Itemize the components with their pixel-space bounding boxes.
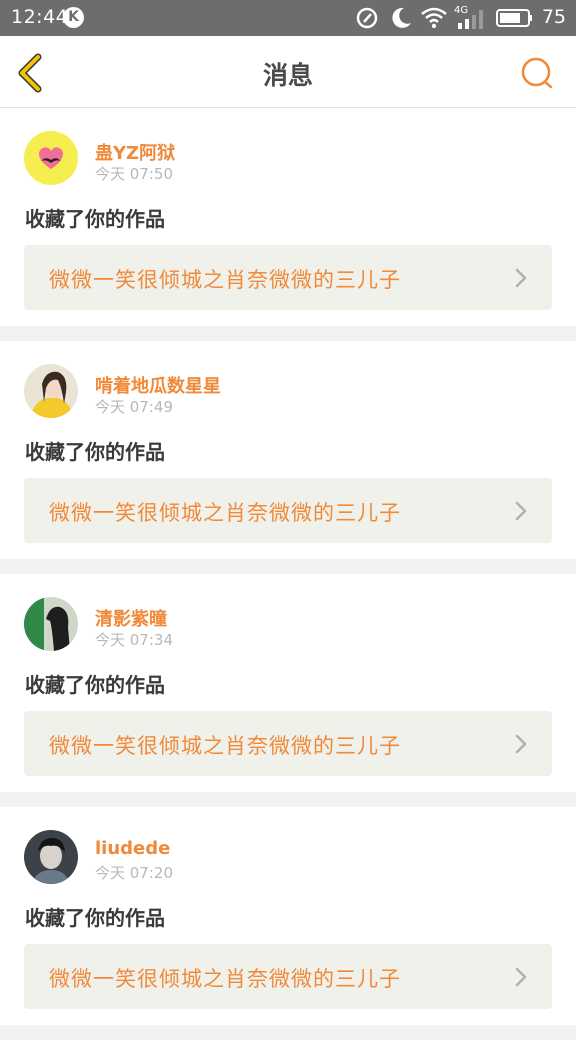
message-list: 蛊YZ阿狱 今天 07:50 收藏了你的作品 微微一笑很倾城之肖奈微微的三儿子 … — [0, 108, 576, 1040]
message-action: 收藏了你的作品 — [25, 440, 165, 464]
chevron-right-icon — [515, 268, 527, 288]
work-title: 微微一笑很倾城之肖奈微微的三儿子 — [49, 501, 401, 525]
message-card: liudede 今天 07:20 收藏了你的作品 微微一笑很倾城之肖奈微微的三儿… — [0, 807, 576, 1025]
message-time: 今天 07:49 — [95, 398, 173, 416]
k-app-icon: K — [63, 7, 84, 28]
girl-yellow-avatar[interactable] — [24, 364, 78, 418]
chevron-right-icon — [515, 967, 527, 987]
chevron-right-icon — [515, 734, 527, 754]
message-action: 收藏了你的作品 — [25, 673, 165, 697]
message-time: 今天 07:50 — [95, 165, 173, 183]
status-icons: 4G 75 — [356, 5, 566, 31]
search-icon[interactable] — [520, 56, 554, 90]
work-title: 微微一笑很倾城之肖奈微微的三儿子 — [49, 734, 401, 758]
boy-dark-avatar[interactable] — [24, 830, 78, 884]
wifi-icon — [421, 7, 447, 29]
work-link[interactable]: 微微一笑很倾城之肖奈微微的三儿子 — [24, 478, 552, 543]
status-bar: 12:44 K 4G 75 — [0, 0, 576, 36]
heart-mustache-avatar[interactable] — [24, 131, 78, 185]
message-action: 收藏了你的作品 — [25, 906, 165, 930]
do-not-disturb-icon — [392, 7, 411, 28]
work-link[interactable]: 微微一笑很倾城之肖奈微微的三儿子 — [24, 711, 552, 776]
username[interactable]: 啃着地瓜数星星 — [95, 372, 221, 398]
message-time: 今天 07:20 — [95, 864, 173, 882]
message-time: 今天 07:34 — [95, 631, 173, 649]
message-card: 清影紫曈 今天 07:34 收藏了你的作品 微微一笑很倾城之肖奈微微的三儿子 — [0, 574, 576, 792]
work-link[interactable]: 微微一笑很倾城之肖奈微微的三儿子 — [24, 944, 552, 1009]
page-title: 消息 — [262, 61, 313, 90]
header-bar: 消息 — [0, 36, 576, 108]
work-title: 微微一笑很倾城之肖奈微微的三儿子 — [49, 967, 401, 991]
battery-icon — [496, 9, 532, 27]
girl-green-avatar[interactable] — [24, 597, 78, 651]
username[interactable]: 蛊YZ阿狱 — [95, 139, 175, 165]
message-card: 啃着地瓜数星星 今天 07:49 收藏了你的作品 微微一笑很倾城之肖奈微微的三儿… — [0, 341, 576, 559]
chevron-right-icon — [515, 501, 527, 521]
username[interactable]: 清影紫曈 — [95, 605, 167, 631]
message-card: 蛊YZ阿狱 今天 07:50 收藏了你的作品 微微一笑很倾城之肖奈微微的三儿子 — [0, 108, 576, 326]
message-action: 收藏了你的作品 — [25, 207, 165, 231]
work-title: 微微一笑很倾城之肖奈微微的三儿子 — [49, 268, 401, 292]
status-time: 12:44 — [11, 6, 69, 28]
nfc-icon — [356, 7, 378, 29]
username[interactable]: liudede — [95, 838, 170, 859]
work-link[interactable]: 微微一笑很倾城之肖奈微微的三儿子 — [24, 245, 552, 310]
battery-level: 75 — [541, 6, 566, 28]
signal-icon — [458, 10, 483, 29]
